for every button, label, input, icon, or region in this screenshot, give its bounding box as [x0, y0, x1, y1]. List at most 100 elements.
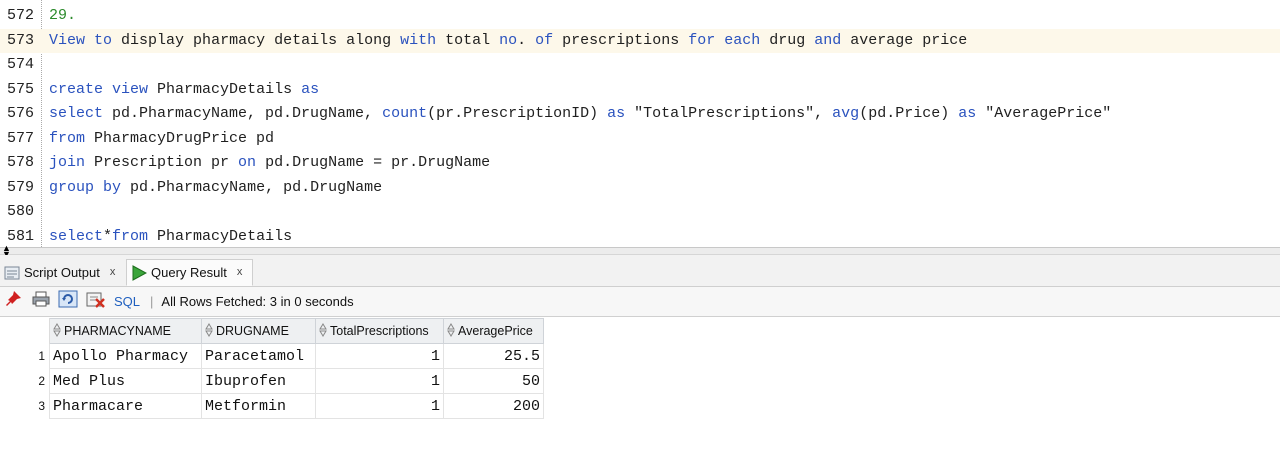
code-text[interactable]: 29. [49, 4, 76, 29]
keyword-token: from [49, 129, 86, 147]
sql-link[interactable]: SQL [114, 294, 140, 309]
text-token: drug [760, 31, 815, 49]
text-token: pd.PharmacyName, pd.DrugName, [103, 105, 383, 122]
keyword-token: from [112, 227, 149, 245]
row-number: 3 [38, 399, 45, 413]
keyword-token: by [103, 178, 122, 196]
code-text[interactable]: group by pd.PharmacyName, pd.DrugName [49, 176, 382, 201]
keyword-token: select [49, 105, 104, 122]
sort-icon[interactable] [53, 322, 61, 340]
toolbar-separator: | [150, 294, 154, 309]
script-output-icon [4, 266, 20, 279]
code-text[interactable]: select*from PharmacyDetails [49, 225, 292, 248]
tab-script-output[interactable]: Script Output x [0, 259, 126, 286]
pin-icon[interactable] [6, 291, 22, 312]
export-icon[interactable] [86, 290, 106, 313]
keyword-token: join [49, 154, 86, 171]
column-header-pharmacyname[interactable]: PHARMACYNAME [49, 318, 202, 344]
keyword-token: as [607, 105, 626, 122]
code-line[interactable]: 576 select pd.PharmacyName, pd.DrugName, … [0, 102, 1280, 127]
keyword-token: count [382, 105, 428, 122]
code-text[interactable]: select pd.PharmacyName, pd.DrugName, cou… [49, 102, 1111, 127]
keyword-token: create [49, 80, 104, 98]
code-line[interactable]: 575 create view PharmacyDetails as [0, 78, 1280, 103]
column-header-averageprice[interactable]: AveragePrice [443, 318, 544, 344]
cell-drugname[interactable]: Paracetamol [201, 343, 316, 369]
print-icon[interactable] [32, 291, 50, 312]
text-token: PharmacyDrugPrice pd [85, 129, 275, 147]
cell-pharmacyname[interactable]: Pharmacare [49, 393, 202, 419]
column-label: DRUGNAME [216, 323, 289, 338]
pane-splitter[interactable]: ▲ ▼ [0, 244, 1280, 259]
text-token: pd.DrugName = pr.DrugName [256, 154, 491, 171]
line-number: 573 [6, 31, 34, 49]
keyword-token: each [724, 31, 761, 49]
line-number: 580 [6, 203, 34, 220]
table-row[interactable]: 2 Med Plus Ibuprofen 1 50 [0, 368, 544, 394]
column-header-drugname[interactable]: DRUGNAME [201, 318, 316, 344]
row-number: 2 [38, 374, 45, 388]
line-number: 574 [6, 56, 34, 73]
code-line[interactable]: 578 join Prescription pr on pd.DrugName =… [0, 151, 1280, 176]
sql-editor[interactable]: 572 29. 573 View to display pharmacy detail… [0, 0, 1280, 247]
refresh-icon[interactable] [58, 290, 78, 313]
text-token: "AveragePrice" [976, 105, 1112, 122]
line-number: 578 [6, 154, 34, 171]
code-line[interactable]: 580 [0, 200, 1280, 225]
code-line[interactable]: 579 group by pd.PharmacyName, pd.DrugName [0, 176, 1280, 201]
row-number-header [0, 318, 50, 344]
cell-totalprescriptions[interactable]: 1 [315, 368, 444, 394]
code-line[interactable]: 573 View to display pharmacy details alon… [0, 28, 1280, 54]
text-token: PharmacyDetails [148, 227, 293, 245]
cell-drugname[interactable]: Metformin [201, 393, 316, 419]
column-label: TotalPrescriptions [330, 323, 429, 338]
cell-totalprescriptions[interactable]: 1 [315, 393, 444, 419]
keyword-token: and [814, 31, 842, 49]
number-token: 29. [49, 7, 77, 24]
text-token: pd.PharmacyName, pd.DrugName [121, 178, 383, 196]
code-text[interactable]: join Prescription pr on pd.DrugName = pr… [49, 151, 490, 176]
cell-totalprescriptions[interactable]: 1 [315, 343, 444, 369]
keyword-token: avg [832, 105, 860, 122]
keyword-token: group [49, 178, 95, 196]
sort-icon[interactable] [205, 322, 213, 340]
code-line[interactable]: 581 select*from PharmacyDetails [0, 225, 1280, 248]
text-token: (pd.Price) [859, 105, 959, 122]
tab-query-result[interactable]: Query Result x [126, 259, 253, 286]
results-toolbar: SQL | All Rows Fetched: 3 in 0 seconds [0, 287, 1280, 317]
text-token: (pr.PrescriptionID) [427, 105, 608, 122]
tab-script-output-close-icon[interactable]: x [110, 259, 116, 286]
sort-icon[interactable] [319, 322, 327, 340]
column-header-totalprescriptions[interactable]: TotalPrescriptions [315, 318, 444, 344]
cell-averageprice[interactable]: 50 [443, 368, 544, 394]
keyword-token: of [535, 31, 554, 49]
result-grid[interactable]: PHARMACYNAME DRUGNAME TotalPrescriptions… [0, 318, 544, 419]
code-line[interactable]: 572 29. [0, 4, 1280, 29]
keyword-token: as [958, 105, 977, 122]
keyword-token: View [49, 31, 86, 49]
cell-averageprice[interactable]: 25.5 [443, 343, 544, 369]
sort-icon[interactable] [447, 322, 455, 340]
code-text[interactable]: View to display pharmacy details along w… [49, 29, 967, 54]
code-text[interactable]: create view PharmacyDetails as [49, 78, 319, 103]
code-text[interactable]: from PharmacyDrugPrice pd [49, 127, 274, 152]
text-token: Prescription pr [85, 154, 239, 171]
cell-pharmacyname[interactable]: Med Plus [49, 368, 202, 394]
table-row[interactable]: 1 Apollo Pharmacy Paracetamol 1 25.5 [0, 343, 544, 369]
text-token: display pharmacy details along [112, 31, 401, 49]
cell-averageprice[interactable]: 200 [443, 393, 544, 419]
code-line[interactable]: 577 from PharmacyDrugPrice pd [0, 127, 1280, 152]
text-token: . [517, 31, 536, 49]
grid-header-row: PHARMACYNAME DRUGNAME TotalPrescriptions… [0, 318, 544, 344]
keyword-token: for [688, 31, 716, 49]
tab-query-result-close-icon[interactable]: x [237, 259, 243, 286]
table-row[interactable]: 3 Pharmacare Metformin 1 200 [0, 393, 544, 419]
code-line[interactable]: 574 [0, 53, 1280, 78]
text-token: "TotalPrescriptions", [625, 105, 833, 122]
cell-pharmacyname[interactable]: Apollo Pharmacy [49, 343, 202, 369]
cell-drugname[interactable]: Ibuprofen [201, 368, 316, 394]
text-token: PharmacyDetails [148, 80, 302, 98]
run-triangle-icon [132, 264, 147, 281]
